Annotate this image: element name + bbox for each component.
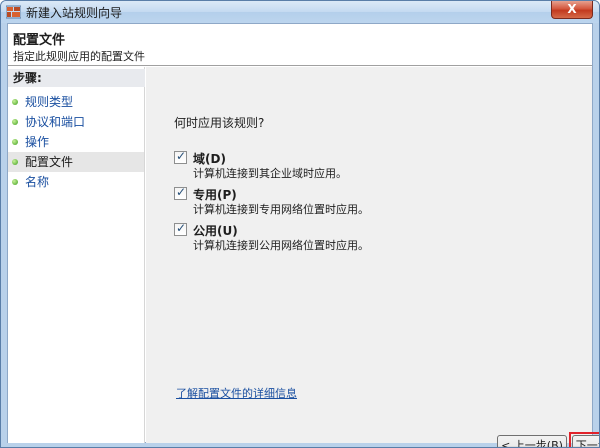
next-button[interactable]: 下一步(N) >: [572, 435, 599, 447]
step-bullet-icon: [12, 139, 18, 145]
close-icon: X: [567, 2, 577, 16]
option-description: 计算机连接到专用网络位置时应用。: [193, 203, 369, 216]
step-bullet-icon: [12, 179, 18, 185]
domain-checkbox[interactable]: [174, 149, 187, 164]
steps-panel: 步骤: 规则类型 协议和端口 操作 配置文件 名称: [8, 67, 145, 443]
step-name[interactable]: 名称: [8, 172, 144, 192]
window-title: 新建入站规则向导: [26, 6, 123, 20]
step-label: 规则类型: [25, 95, 74, 109]
step-bullet-icon: [12, 159, 18, 165]
step-bullet-icon: [12, 99, 18, 105]
step-profile[interactable]: 配置文件: [8, 152, 144, 172]
wizard-window: 新建入站规则向导 X 配置文件 指定此规则应用的配置文件 步骤: 规则类型 协议…: [0, 0, 600, 448]
step-bullet-icon: [12, 119, 18, 125]
step-rule-type[interactable]: 规则类型: [8, 92, 144, 112]
steps-heading: 步骤:: [8, 69, 145, 87]
step-label: 配置文件: [25, 155, 74, 169]
close-button[interactable]: X: [551, 1, 593, 19]
option-description: 计算机连接到其企业域时应用。: [193, 167, 347, 180]
step-action[interactable]: 操作: [8, 132, 144, 152]
step-label: 名称: [25, 175, 50, 189]
back-button[interactable]: < 上一步(B): [497, 435, 567, 447]
page-header: 配置文件 指定此规则应用的配置文件: [8, 24, 592, 66]
option-description: 计算机连接到公用网络位置时应用。: [193, 239, 369, 252]
page-subtitle: 指定此规则应用的配置文件: [13, 50, 145, 63]
private-checkbox[interactable]: [174, 185, 187, 200]
step-label: 操作: [25, 135, 50, 149]
step-protocol-port[interactable]: 协议和端口: [8, 112, 144, 132]
profile-info-link[interactable]: 了解配置文件的详细信息: [176, 385, 297, 401]
firewall-icon: [6, 5, 21, 19]
page-title: 配置文件: [13, 33, 66, 48]
public-checkbox[interactable]: [174, 221, 187, 236]
title-bar[interactable]: 新建入站规则向导 X: [1, 1, 599, 23]
step-label: 协议和端口: [25, 115, 86, 129]
question-label: 何时应用该规则?: [174, 116, 265, 130]
main-panel: 何时应用该规则? 域(D) 计算机连接到其企业域时应用。 专用(P) 计算机连接…: [146, 67, 599, 447]
wizard-content: 配置文件 指定此规则应用的配置文件 步骤: 规则类型 协议和端口 操作 配置文件: [7, 23, 599, 447]
